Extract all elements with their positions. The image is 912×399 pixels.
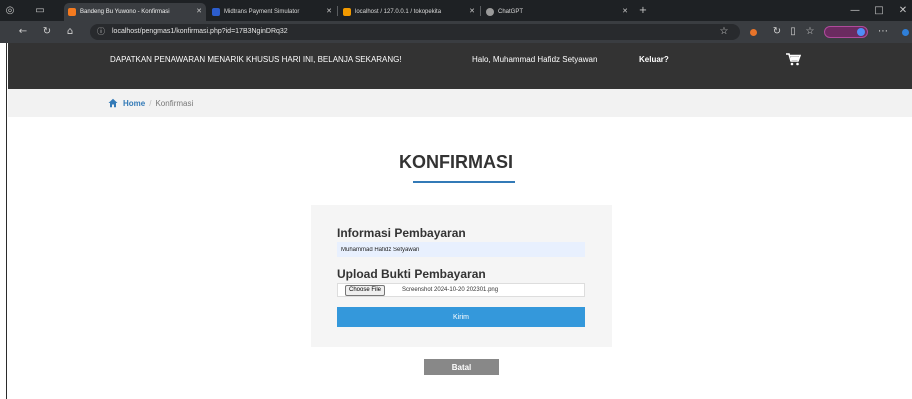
customer-name-field[interactable] <box>337 242 585 257</box>
breadcrumb-home-link[interactable]: Home <box>123 99 145 108</box>
tab-title: Midtrans Payment Simulator <box>224 9 300 15</box>
browser-toolbar: ← ↻ ⌂ ⓘ localhost/pengmas1/konfirmasi.ph… <box>0 21 912 43</box>
info-icon[interactable]: ⓘ <box>97 24 105 40</box>
choose-file-button[interactable]: Choose File <box>345 285 386 296</box>
profile-button[interactable] <box>824 26 868 38</box>
extension-icon[interactable] <box>750 29 757 36</box>
tab-actions-icon[interactable]: ▭ <box>34 0 46 21</box>
star-icon[interactable]: ☆ <box>717 21 731 43</box>
breadcrumb-separator: / <box>149 98 152 108</box>
tab-strip: ◎ ▭ Bandeng Bu Yuwono - Konfirmasi ✕ Mid… <box>0 0 912 21</box>
avatar <box>857 28 865 36</box>
close-tab-icon[interactable]: ✕ <box>196 3 202 21</box>
tab-separator <box>480 6 481 16</box>
back-arrow-icon[interactable]: ← <box>16 21 30 43</box>
confirmation-form: Informasi Pembayaran Upload Bukti Pembay… <box>311 205 612 347</box>
tab-midtrans[interactable]: Midtrans Payment Simulator ✕ <box>208 3 336 21</box>
window-edge <box>0 43 7 399</box>
promo-banner: DAPATKAN PENAWARAN MENARIK KHUSUS HARI I… <box>110 55 402 64</box>
close-tab-icon[interactable]: ✕ <box>622 3 628 21</box>
minimize-icon[interactable]: — <box>848 0 862 21</box>
site-header: DAPATKAN PENAWARAN MENARIK KHUSUS HARI I… <box>8 43 912 89</box>
split-screen-icon[interactable]: ▯ <box>786 21 800 43</box>
breadcrumb-bar: Home / Konfirmasi <box>8 89 912 117</box>
favorites-icon[interactable]: ☆ <box>803 21 817 43</box>
selected-file-name: Screenshot 2024-10-20 202301.png <box>402 287 499 293</box>
payment-proof-file-input[interactable]: Choose File Screenshot 2024-10-20 202301… <box>337 283 585 297</box>
copilot-icon[interactable] <box>902 29 909 36</box>
reload-icon[interactable]: ↻ <box>40 21 54 43</box>
user-greeting: Halo, Muhammad Hafidz Setyawan <box>472 55 598 64</box>
tab-title: ChatGPT <box>498 9 524 15</box>
payment-info-label: Informasi Pembayaran <box>337 226 466 240</box>
home-icon <box>108 98 118 108</box>
midtrans-favicon-icon <box>212 8 220 16</box>
tab-separator <box>337 6 338 16</box>
cancel-button[interactable]: Batal <box>424 359 499 375</box>
cart-icon[interactable] <box>785 52 801 66</box>
more-icon[interactable]: ⋯ <box>876 21 890 43</box>
close-tab-icon[interactable]: ✕ <box>469 3 475 21</box>
chatgpt-favicon-icon <box>486 8 494 16</box>
close-window-icon[interactable]: ✕ <box>896 0 910 21</box>
address-bar[interactable]: ⓘ localhost/pengmas1/konfirmasi.php?id=1… <box>90 24 740 40</box>
tab-title: localhost / 127.0.0.1 / tokopekita <box>355 9 442 15</box>
browser-window: ◎ ▭ Bandeng Bu Yuwono - Konfirmasi ✕ Mid… <box>0 0 912 399</box>
restore-icon[interactable]: □ <box>872 0 886 21</box>
upload-proof-label: Upload Bukti Pembayaran <box>337 267 486 281</box>
new-tab-icon[interactable]: + <box>636 0 650 21</box>
tab-chatgpt[interactable]: ChatGPT ✕ <box>482 3 632 21</box>
phpmyadmin-favicon-icon <box>343 8 351 16</box>
logout-link[interactable]: Keluar? <box>639 55 669 64</box>
workspaces-icon[interactable]: ◎ <box>4 0 16 21</box>
refresh-extension-icon[interactable]: ↻ <box>770 21 784 43</box>
breadcrumb: Home / Konfirmasi <box>108 89 193 117</box>
shop-favicon-icon <box>68 8 76 16</box>
address-url[interactable]: localhost/pengmas1/konfirmasi.php?id=17B… <box>112 24 288 40</box>
home-icon[interactable]: ⌂ <box>63 21 77 43</box>
breadcrumb-current: Konfirmasi <box>155 98 194 108</box>
submit-button[interactable]: Kirim <box>337 307 585 327</box>
tab-title: Bandeng Bu Yuwono - Konfirmasi <box>80 9 170 15</box>
title-underline <box>413 181 515 183</box>
close-tab-icon[interactable]: ✕ <box>326 3 332 21</box>
tab-phpmyadmin[interactable]: localhost / 127.0.0.1 / tokopekita ✕ <box>339 3 479 21</box>
page-title: KONFIRMASI <box>399 152 513 172</box>
tab-konfirmasi[interactable]: Bandeng Bu Yuwono - Konfirmasi ✕ <box>64 3 206 21</box>
